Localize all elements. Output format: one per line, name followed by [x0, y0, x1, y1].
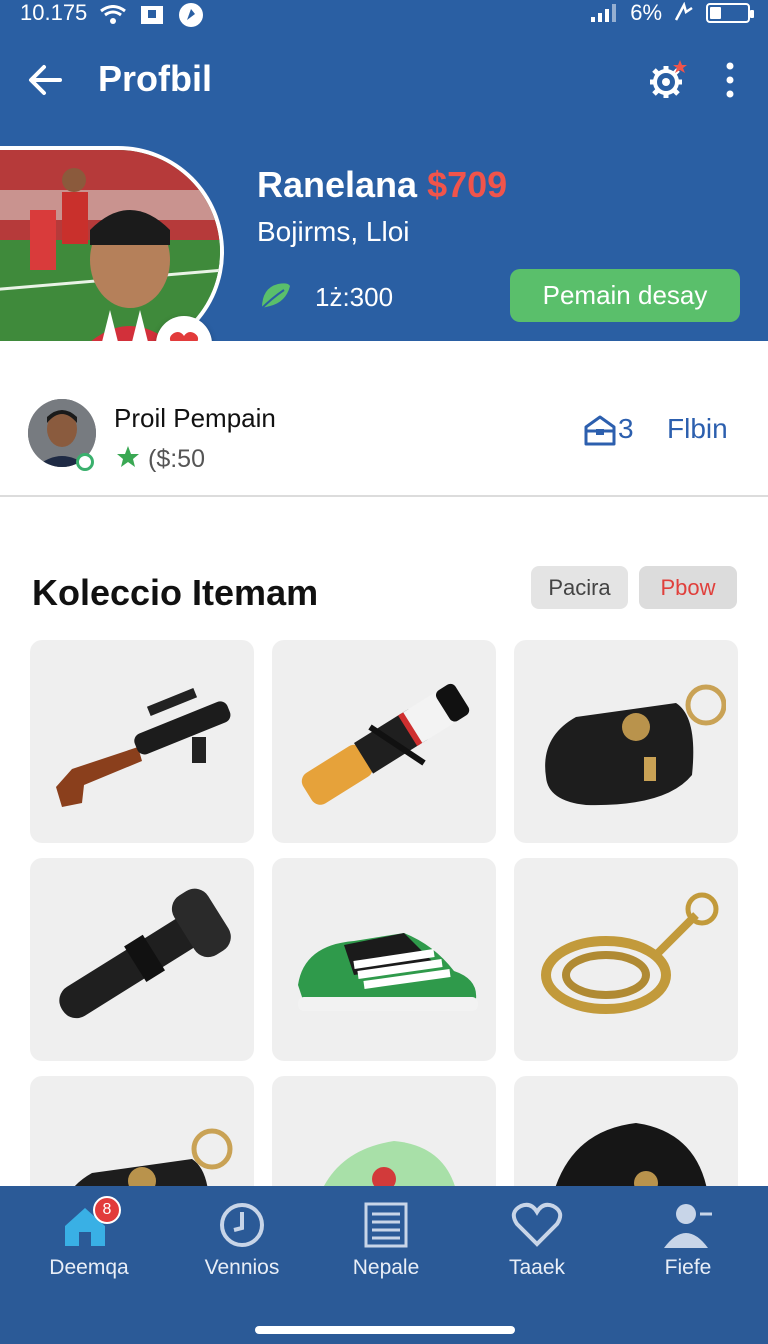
- chain-icon: [541, 892, 719, 1014]
- nav-label: Taaek: [508, 1256, 566, 1279]
- collection-title: Koleccio Itemam: [32, 572, 319, 613]
- profile-name-text: Ranelana: [257, 164, 418, 205]
- filter-chip-pacira[interactable]: Pacira: [531, 566, 628, 609]
- nav-label: Deemqa: [49, 1256, 129, 1279]
- player-cta-button[interactable]: Pemain desay: [510, 269, 740, 322]
- sim-icon: [141, 6, 163, 24]
- gear-icon: [650, 60, 687, 98]
- nav-item-nepale[interactable]: Nepale: [321, 1200, 451, 1290]
- leaf-icon: [259, 283, 290, 311]
- pouch-icon: [545, 684, 726, 805]
- clock-icon: [220, 1203, 264, 1247]
- cap-icon: [323, 1140, 455, 1186]
- collection-item-handle[interactable]: [30, 858, 254, 1061]
- cap-icon: [555, 1122, 707, 1186]
- collection-item-rifle[interactable]: [30, 640, 254, 843]
- arrow-left-icon: [29, 65, 62, 95]
- follow-link[interactable]: Flbin: [667, 413, 728, 445]
- nav-label: Fiefe: [664, 1256, 712, 1279]
- back-button[interactable]: [26, 60, 66, 100]
- profile-header: 10.175 6% Profbil Ranelana $709 Bojirms,…: [0, 0, 768, 372]
- nav-label: Nepale: [352, 1256, 420, 1279]
- filter-chip-pbow[interactable]: Pbow: [639, 566, 737, 609]
- inventory-count[interactable]: 3: [618, 413, 634, 445]
- home-indicator: [255, 1326, 515, 1334]
- status-left-icons: [100, 2, 204, 28]
- compass-icon: [179, 3, 203, 27]
- nav-label: Vennios: [204, 1256, 280, 1279]
- heart-icon: [511, 1202, 563, 1247]
- bag-icon[interactable]: [582, 413, 618, 447]
- tube-icon: [301, 683, 470, 805]
- online-status-indicator: [76, 453, 94, 471]
- profile-points: 1ż:300: [315, 282, 394, 312]
- collection-item-green-cap[interactable]: [272, 1076, 496, 1186]
- signal-icon: [591, 4, 617, 22]
- sneaker-icon: [298, 932, 478, 1011]
- rifle-icon: [56, 687, 231, 807]
- wifi-icon: [100, 5, 126, 24]
- list-icon: [364, 1202, 408, 1248]
- player-rating: ($:50: [148, 445, 205, 473]
- collection-item-sneaker[interactable]: [272, 858, 496, 1061]
- collection-item-chain[interactable]: [514, 858, 738, 1061]
- collection-grid: [30, 640, 739, 1186]
- handle-icon: [59, 888, 231, 1018]
- more-vertical-icon: [726, 62, 734, 98]
- player-row[interactable]: Proil Pempain ($:50 3 Flbin: [0, 341, 768, 497]
- collection-item-pouch[interactable]: [30, 1076, 254, 1186]
- more-button[interactable]: [716, 60, 744, 100]
- status-right: 6%: [590, 0, 754, 26]
- nav-item-fiefe[interactable]: Fiefe: [623, 1200, 753, 1290]
- profile-subtitle: Bojirms, Lloi: [257, 216, 410, 247]
- settings-button[interactable]: [644, 56, 692, 104]
- nav-item-taaek[interactable]: Taaek: [472, 1200, 602, 1290]
- nav-badge: 8: [93, 1196, 121, 1224]
- page-title: Profbil: [98, 58, 212, 99]
- collection-item-black-cap[interactable]: [514, 1076, 738, 1186]
- collection-item-tube[interactable]: [272, 640, 496, 843]
- app-bar: Profbil: [0, 48, 768, 112]
- star-icon: [117, 446, 139, 467]
- profile-price: $709: [427, 164, 508, 205]
- nav-item-deemqa[interactable]: 8 Deemqa: [24, 1196, 154, 1290]
- battery-percent: 6%: [630, 0, 662, 25]
- pouch-icon: [74, 1128, 233, 1186]
- nav-item-vennios[interactable]: Vennios: [177, 1200, 307, 1290]
- status-bar: 10.175 6%: [0, 0, 768, 28]
- data-icon: [674, 2, 693, 21]
- user-icon: [664, 1204, 712, 1248]
- battery-icon: [706, 3, 754, 23]
- player-title: Proil Pempain: [114, 403, 276, 433]
- bottom-navigation: 8 Deemqa Vennios Nepale Taaek Fiefe: [0, 1186, 768, 1344]
- collection-item-pouch[interactable]: [514, 640, 738, 843]
- profile-name: Ranelana $709: [257, 164, 507, 206]
- status-time: 10.175: [20, 0, 88, 25]
